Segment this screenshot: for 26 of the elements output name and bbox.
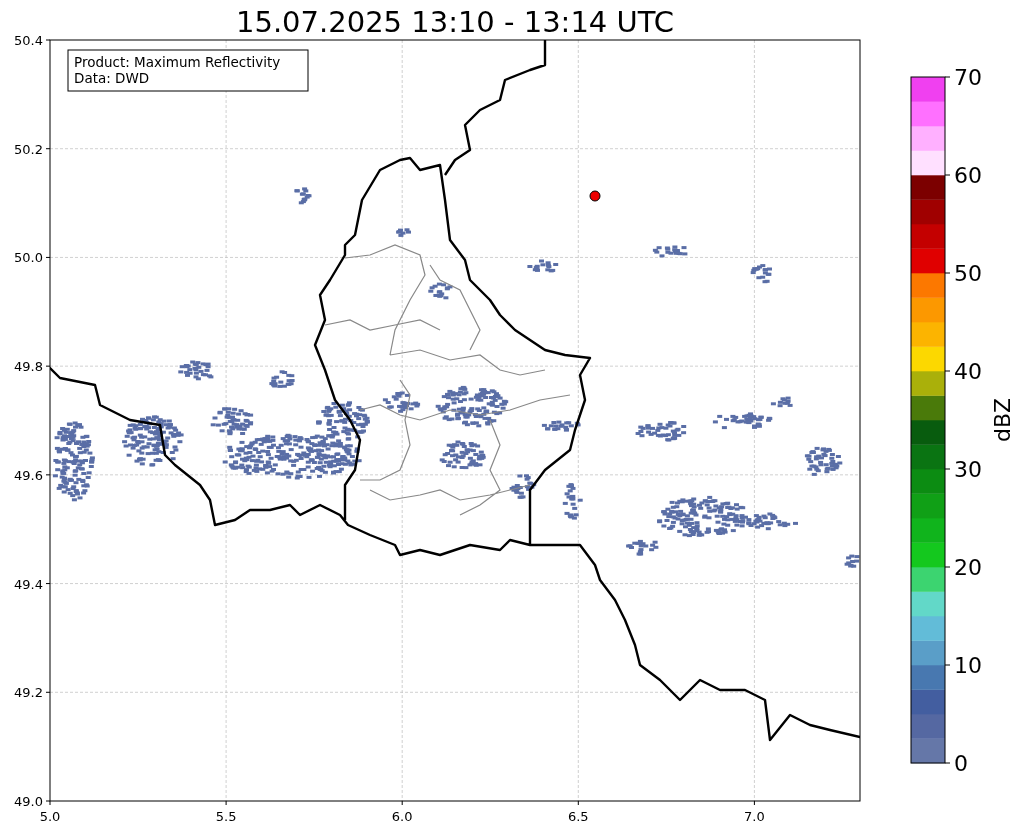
y-tick-label: 50.2 (14, 141, 43, 157)
colorbar-tick-label: 0 (954, 751, 968, 776)
colorbar-tick-label: 40 (954, 359, 982, 384)
info-text: Product: Maximum Reflectivity (74, 54, 281, 70)
colorbar-tick-label: 20 (954, 555, 982, 580)
colorbar-tick-label: 10 (954, 653, 982, 678)
colorbar-tick-label: 50 (954, 261, 982, 286)
y-tick-label: 49.6 (14, 467, 43, 483)
info-text: Data: DWD (74, 70, 150, 86)
y-tick-label: 49.8 (14, 359, 43, 375)
y-tick-label: 50.4 (14, 33, 43, 48)
x-tick-label: 5.0 (39, 809, 61, 824)
colorbar-tick-label: 60 (954, 163, 982, 188)
x-tick-label: 7.0 (744, 809, 765, 824)
colorbar-tick-label: 30 (954, 457, 982, 482)
chart-title: 15.07.2025 13:10 - 13:14 UTC (236, 5, 674, 39)
x-tick-label: 6.0 (391, 809, 413, 824)
x-tick-label: 5.5 (215, 809, 237, 824)
colorbar-tick-label: 70 (954, 65, 982, 90)
x-tick-label: 6.5 (567, 809, 589, 824)
location-marker (589, 190, 601, 202)
y-tick-label: 49.2 (14, 685, 43, 701)
y-tick-label: 49.0 (14, 794, 43, 809)
y-tick-label: 49.4 (14, 576, 43, 592)
y-tick-label: 50.0 (14, 250, 43, 266)
colorbar-label: dBZ (990, 397, 1015, 443)
